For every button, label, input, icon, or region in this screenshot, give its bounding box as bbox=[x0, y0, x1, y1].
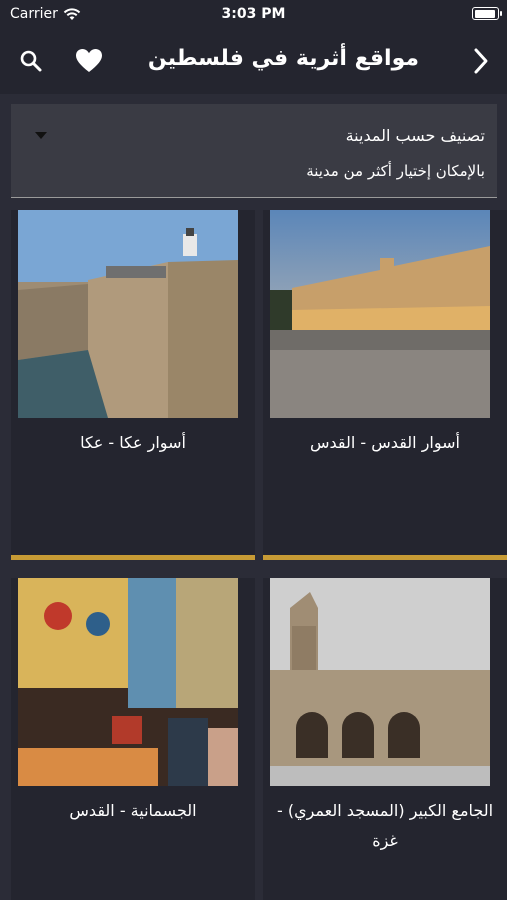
city-filter-dropdown[interactable]: تصنيف حسب المدينة بالإمكان إختيار أكثر م… bbox=[11, 104, 497, 198]
site-photo bbox=[18, 210, 238, 418]
navigation-bar: مواقع أثرية في فلسطين bbox=[0, 28, 507, 94]
site-card-acre-walls[interactable]: أسوار عكا - عكا bbox=[11, 210, 255, 560]
status-bar: Carrier 3:03 PM bbox=[0, 0, 507, 28]
card-accent-bar bbox=[11, 555, 255, 560]
chevron-right-icon[interactable] bbox=[466, 46, 496, 76]
site-caption: الجسمانية - القدس bbox=[69, 801, 197, 820]
site-photo bbox=[270, 578, 490, 786]
site-photo bbox=[270, 210, 490, 418]
dropdown-arrow-icon bbox=[35, 132, 47, 139]
site-card-jerusalem-walls[interactable]: أسوار القدس - القدس bbox=[263, 210, 507, 560]
search-icon[interactable] bbox=[16, 46, 46, 76]
site-card-gethsemane[interactable]: الجسمانية - القدس bbox=[11, 578, 255, 900]
filter-title: تصنيف حسب المدينة bbox=[345, 126, 485, 145]
filter-hint: بالإمكان إختيار أكثر من مدينة bbox=[306, 162, 485, 180]
page-title: مواقع أثرية في فلسطين bbox=[147, 46, 419, 71]
battery-icon bbox=[472, 7, 502, 20]
site-caption: الجامع الكبير (المسجد العمري) - غزة bbox=[276, 801, 494, 850]
site-card-great-mosque-gaza[interactable]: الجامع الكبير (المسجد العمري) - غزة bbox=[263, 578, 507, 900]
status-time: 3:03 PM bbox=[221, 6, 286, 22]
card-accent-bar bbox=[263, 555, 507, 560]
heart-icon[interactable] bbox=[74, 46, 104, 76]
site-photo bbox=[18, 578, 238, 786]
site-caption: أسوار القدس - القدس bbox=[309, 433, 460, 452]
site-caption: أسوار عكا - عكا bbox=[80, 433, 186, 452]
